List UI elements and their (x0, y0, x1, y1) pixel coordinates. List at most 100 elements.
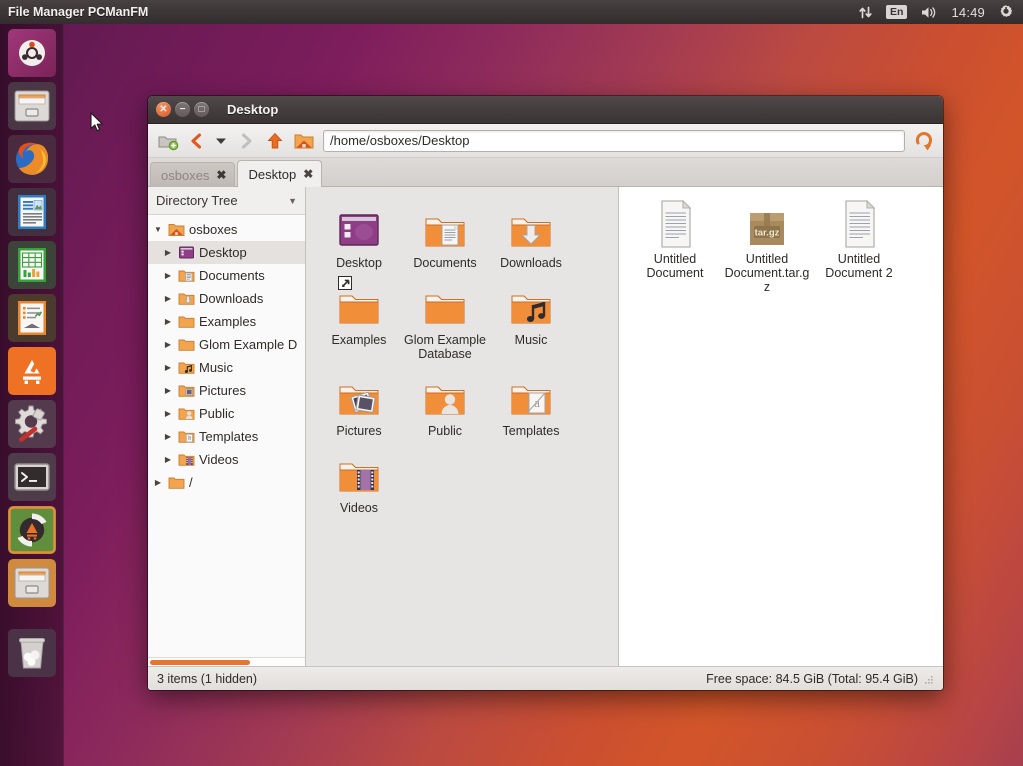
file-item-untitled-document-targz[interactable]: tar.gz Untitled Document.tar.gz (721, 193, 813, 298)
launcher-item-libreoffice-calc[interactable] (7, 241, 56, 289)
launcher-item-trash[interactable] (7, 629, 56, 677)
downloads-folder-icon (178, 291, 195, 307)
launcher-item-system-settings[interactable] (7, 400, 56, 448)
expander-collapsed-icon[interactable]: ▶ (162, 386, 174, 395)
tree-item-templates[interactable]: ▶ a Templates (148, 425, 305, 448)
tree-item-osboxes[interactable]: ▼ osboxes (148, 218, 305, 241)
tree-item-glom-example-database[interactable]: ▶ Glom Example D (148, 333, 305, 356)
tree-item-label: Templates (199, 429, 259, 444)
folder-icon (168, 475, 185, 491)
window-titlebar[interactable]: ✕ − □ Desktop (148, 96, 943, 124)
file-item-label: Untitled Document 2 (825, 252, 893, 280)
tree-item-examples[interactable]: ▶ Examples (148, 310, 305, 333)
launcher-item-terminal[interactable] (7, 453, 56, 501)
statusbar: 3 items (1 hidden) Free space: 84.5 GiB … (148, 666, 943, 690)
maximize-button[interactable]: □ (194, 102, 209, 117)
folder-view-right[interactable]: Untitled Document tar.gz Untitled Docume… (619, 187, 943, 666)
launcher-item-pcmanfm[interactable] (7, 559, 56, 607)
file-item-label: Videos (340, 501, 378, 515)
icon-grid-left: Desktop Documents Downloads Examples Glo… (316, 197, 618, 519)
tab-osboxes[interactable]: osboxes ✖ (150, 162, 236, 187)
file-item-label: Templates (502, 424, 560, 438)
tree-item-desktop[interactable]: ▶ Desktop (148, 241, 305, 264)
documents-folder-icon (178, 268, 195, 284)
home-folder-icon (168, 222, 185, 238)
file-item-pictures[interactable]: Pictures (316, 365, 402, 442)
gear-power-icon[interactable] (998, 4, 1014, 20)
chevron-down-icon[interactable]: ▼ (288, 196, 297, 206)
file-item-downloads[interactable]: Downloads (488, 197, 574, 274)
expander-collapsed-icon[interactable]: ▶ (162, 248, 174, 257)
clock[interactable]: 14:49 (951, 5, 985, 20)
back-icon[interactable] (183, 127, 210, 154)
minimize-button[interactable]: − (175, 102, 190, 117)
scrollbar-thumb[interactable] (150, 660, 250, 665)
expander-open-icon[interactable]: ▼ (152, 225, 164, 234)
tree-item-public[interactable]: ▶ Public (148, 402, 305, 425)
directory-tree-header[interactable]: Directory Tree ▼ (148, 187, 305, 215)
file-item-templates[interactable]: a Templates (488, 365, 574, 442)
window-body: Directory Tree ▼ ▼ osboxes ▶ Desktop ▶ D… (148, 187, 943, 666)
launcher-item-firefox[interactable] (7, 135, 56, 183)
tab-close-icon[interactable]: ✖ (303, 168, 313, 180)
network-updown-icon[interactable] (858, 5, 873, 20)
tab-desktop[interactable]: Desktop ✖ (237, 160, 323, 187)
launcher-item-libreoffice-writer[interactable] (7, 188, 56, 236)
volume-icon[interactable] (920, 5, 938, 20)
free-space-label: Free space: 84.5 GiB (Total: 95.4 GiB) (706, 671, 918, 686)
tab-close-icon[interactable]: ✖ (216, 169, 226, 181)
file-item-label: Documents (413, 256, 477, 270)
file-item-untitled-document[interactable]: Untitled Document (629, 193, 721, 298)
expander-collapsed-icon[interactable]: ▶ (162, 455, 174, 464)
launcher-item-software-updater[interactable] (7, 506, 56, 554)
launcher-item-ubuntu-software[interactable] (7, 347, 56, 395)
tree-item-documents[interactable]: ▶ Documents (148, 264, 305, 287)
expander-collapsed-icon[interactable]: ▶ (162, 432, 174, 441)
expander-collapsed-icon[interactable]: ▶ (162, 363, 174, 372)
up-icon[interactable] (261, 127, 288, 154)
tree-item-label: Videos (199, 452, 239, 467)
folder-view-left[interactable]: Desktop Documents Downloads Examples Glo… (306, 187, 619, 666)
resize-grip[interactable] (924, 674, 934, 684)
new-tab-icon[interactable] (154, 127, 181, 154)
pictures-folder-icon (336, 369, 382, 421)
expander-collapsed-icon[interactable]: ▶ (162, 317, 174, 326)
file-item-untitled-document-2[interactable]: Untitled Document 2 (813, 193, 905, 298)
keyboard-layout-indicator[interactable]: En (886, 5, 908, 19)
file-item-examples[interactable]: Examples (316, 274, 402, 365)
close-button[interactable]: ✕ (156, 102, 171, 117)
window-title: Desktop (227, 102, 279, 117)
expander-collapsed-icon[interactable]: ▶ (162, 271, 174, 280)
tree-item-label: Music (199, 360, 233, 375)
file-item-desktop[interactable]: Desktop (316, 197, 402, 274)
file-item-videos[interactable]: Videos (316, 442, 402, 519)
reload-icon[interactable] (910, 127, 937, 154)
tree-item-pictures[interactable]: ▶ Pictures (148, 379, 305, 402)
tree-item-downloads[interactable]: ▶ Downloads (148, 287, 305, 310)
launcher-item-ubuntu-dash[interactable] (7, 29, 56, 77)
archive-targz-icon: tar.gz (743, 197, 791, 249)
file-item-music[interactable]: Music (488, 274, 574, 365)
history-dropdown-icon[interactable] (212, 127, 230, 154)
file-item-glom-example-database[interactable]: Glom Example Database (402, 274, 488, 365)
home-icon[interactable] (290, 127, 317, 154)
expander-collapsed-icon[interactable]: ▶ (162, 340, 174, 349)
music-folder-icon (508, 278, 554, 330)
expander-collapsed-icon[interactable]: ▶ (162, 294, 174, 303)
launcher-item-files-nautilus[interactable] (7, 82, 56, 130)
path-input[interactable]: /home/osboxes/Desktop (323, 129, 905, 152)
tree-item-videos[interactable]: ▶ Videos (148, 448, 305, 471)
expander-collapsed-icon[interactable]: ▶ (162, 409, 174, 418)
tree-item-label: Pictures (199, 383, 246, 398)
videos-folder-icon (178, 452, 195, 468)
tree-item-music[interactable]: ▶ Music (148, 356, 305, 379)
sidebar-horizontal-scrollbar[interactable] (148, 657, 305, 666)
public-folder-icon (178, 406, 195, 422)
tree-item-label: / (189, 475, 193, 490)
file-item-public[interactable]: Public (402, 365, 488, 442)
tab-label: osboxes (161, 167, 210, 183)
launcher-item-libreoffice-impress[interactable] (7, 294, 56, 342)
file-item-documents[interactable]: Documents (402, 197, 488, 274)
expander-collapsed-icon[interactable]: ▶ (152, 478, 164, 487)
tree-item-root[interactable]: ▶ / (148, 471, 305, 494)
